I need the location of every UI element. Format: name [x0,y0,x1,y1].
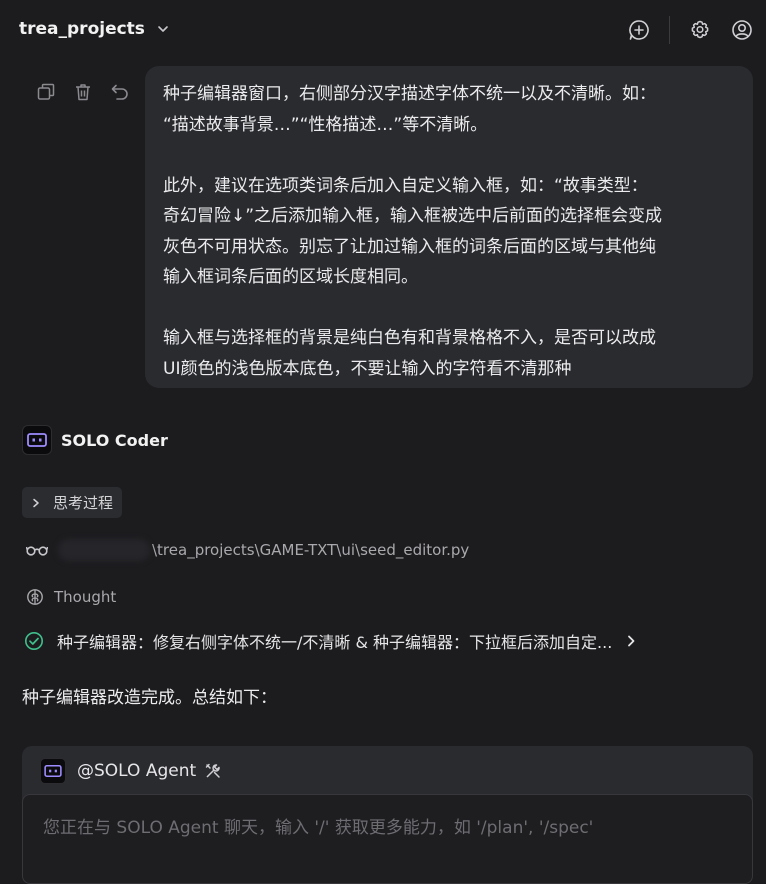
tools-icon[interactable] [204,762,222,780]
robot-icon [27,433,47,447]
delete-icon[interactable] [73,82,93,102]
solo-coder-logo [22,425,52,455]
assistant-name: SOLO Coder [61,430,168,450]
thought-label: Thought [54,588,117,606]
agent-name: @SOLO Agent [77,761,197,781]
assistant-header: SOLO Coder [22,425,168,455]
project-selector[interactable]: trea_projects [19,19,169,39]
settings-icon[interactable] [688,18,712,42]
composer: @SOLO Agent [22,746,753,884]
redacted-path-prefix [58,539,150,561]
copy-icon[interactable] [36,82,56,102]
thought-row[interactable]: Thought [26,586,116,608]
chevron-right-icon [628,635,635,647]
file-read-row: \trea_projects\GAME-TXT\ui\seed_editor.p… [26,538,469,562]
check-circle-icon [25,632,43,650]
chevron-right-icon [33,498,39,507]
brain-icon [27,589,43,605]
file-path-link[interactable]: \trea_projects\GAME-TXT\ui\seed_editor.p… [152,541,469,559]
chat-input[interactable] [41,811,735,855]
new-chat-icon[interactable] [627,18,651,42]
message-actions [36,82,130,102]
task-label: 种子编辑器：修复右侧字体不统一/不清晰 & 种子编辑器：下拉框后添加自定... [57,633,613,652]
header-divider [669,16,670,44]
chevron-down-icon [158,26,168,32]
task-completed-row[interactable]: 种子编辑器：修复右侧字体不统一/不清晰 & 种子编辑器：下拉框后添加自定... [24,629,636,653]
header: trea_projects [0,0,766,60]
account-icon[interactable] [730,18,754,42]
project-name: trea_projects [19,19,145,39]
robot-icon [44,764,62,778]
message-paragraph: 种子编辑器窗口，右侧部分汉字描述字体不统一以及不清晰。如： “描述故事背景…”“… [163,84,656,135]
agent-selector[interactable]: @SOLO Agent [40,758,222,784]
thinking-label: 思考过程 [53,494,114,512]
message-paragraph: 输入框与选择框的背景是纯白色有和背景格格不入，是否可以改成 UI颜色的浅色版本底… [163,328,656,379]
undo-icon[interactable] [110,82,130,102]
glasses-icon [26,546,48,556]
thinking-toggle[interactable]: 思考过程 [22,487,123,518]
solo-agent-logo [40,758,66,784]
chat-input-box [22,794,753,884]
message-paragraph: 此外，建议在选项类词条后加入自定义输入框，如：“故事类型： 奇幻冒险↓”之后添加… [163,175,663,288]
user-message: 种子编辑器窗口，右侧部分汉字描述字体不统一以及不清晰。如： “描述故事背景…”“… [145,66,753,388]
assistant-summary: 种子编辑器改造完成。总结如下： [22,688,277,708]
